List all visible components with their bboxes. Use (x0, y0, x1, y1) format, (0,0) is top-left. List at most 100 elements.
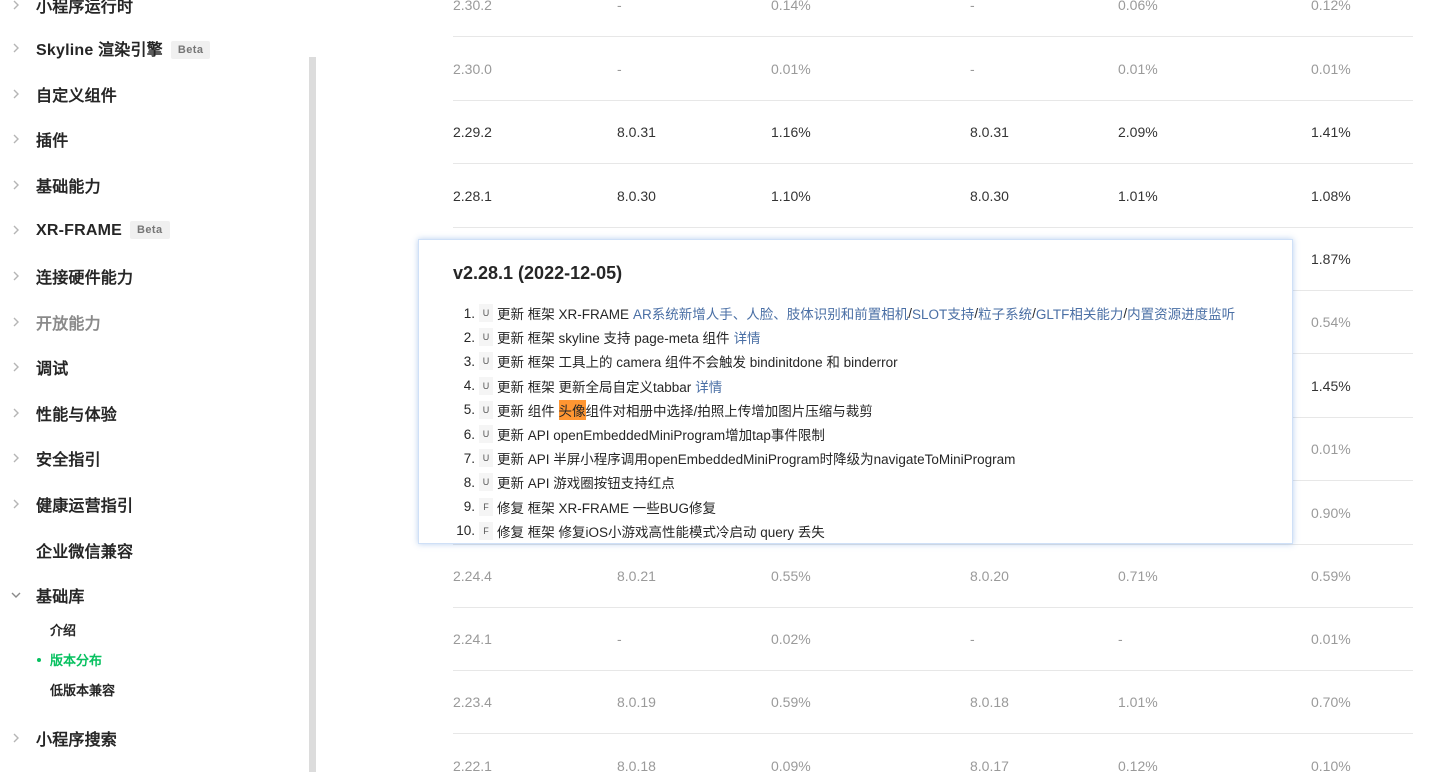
sidebar-item-plugin[interactable]: 插件 (0, 124, 300, 154)
chevron-right-icon (9, 406, 23, 420)
table-row: 2.28.1 8.0.30 1.10% 8.0.30 1.01% 1.08% (453, 164, 1413, 228)
sidebar-item-health-ops[interactable]: 健康运营指引 (0, 489, 300, 519)
table-cell: 8.0.30 (970, 188, 1009, 204)
details-link[interactable]: 详情 (734, 327, 761, 347)
item-text: 组件对相册中选择/拍照上传增加图片压缩与裁剪 (585, 403, 873, 419)
list-item: 5. U 更新 组件 头像 组件对相册中选择/拍照上传增加图片压缩与裁剪 (439, 398, 1235, 422)
table-cell: 0.90% (1311, 505, 1351, 521)
table-cell: 1.16% (771, 124, 811, 140)
sidebar-item-label: 小程序运行时 (36, 0, 134, 16)
item-text: 更新 框架 XR-FRAME (497, 307, 630, 323)
changelog-link[interactable]: GLTF相关能力 (1036, 303, 1124, 323)
table-cell: - (617, 631, 622, 647)
version-changelog-popup: v2.28.1 (2022-12-05) 1. U 更新 框架 XR-FRAME… (418, 239, 1293, 544)
list-item: 2. U 更新 框架 skyline 支持 page-meta 组件 详情 (439, 325, 1235, 349)
sidebar-item-runtime[interactable]: 小程序运行时 (0, 0, 300, 20)
sidebar-item-open-capability[interactable]: 开放能力 (0, 307, 300, 337)
table-cell: 0.12% (1311, 0, 1351, 13)
table-cell: 8.0.30 (617, 188, 656, 204)
item-number: 7. (463, 450, 475, 466)
table-cell: - (970, 631, 975, 647)
table-cell: 0.14% (771, 0, 811, 13)
table-cell: 0.01% (1118, 61, 1158, 77)
sidebar: 小程序运行时 Skyline 渲染引擎 Beta 自定义组件 插件 基础能力 XR… (0, 0, 312, 772)
sidebar-item-label: XR-FRAME (36, 221, 123, 239)
item-text: 更新 API 半屏小程序调用openEmbeddedMiniProgram时降级… (497, 452, 1016, 468)
sidebar-item-security[interactable]: 安全指引 (0, 443, 300, 473)
table-cell: 8.0.21 (617, 568, 656, 584)
search-highlight: 头像 (558, 399, 586, 420)
item-text: 更新 API 游戏圈按钮支持红点 (497, 476, 675, 492)
table-cell: 8.0.17 (970, 758, 1009, 772)
beta-badge: Beta (130, 220, 170, 239)
table-cell: - (970, 61, 975, 77)
changelog-link[interactable]: AR系统新增人手、人脸、肢体识别和前置相机 (633, 303, 908, 323)
table-cell: - (617, 61, 622, 77)
sidebar-item-debug[interactable]: 调试 (0, 352, 300, 382)
table-cell: 2.24.1 (453, 631, 492, 647)
sidebar-item-performance[interactable]: 性能与体验 (0, 398, 300, 428)
item-number: 3. (463, 353, 475, 369)
update-tag: U (479, 425, 493, 444)
table-cell: 2.30.0 (453, 61, 492, 77)
item-text: 更新 框架 skyline 支持 page-meta 组件 (497, 331, 730, 347)
chevron-right-icon (9, 223, 23, 237)
sidebar-item-xr-frame[interactable]: XR-FRAME Beta (0, 215, 300, 245)
sidebar-item-search[interactable]: 小程序搜索 (0, 723, 300, 753)
item-number: 6. (463, 426, 475, 442)
sidebar-item-base-library[interactable]: 基础库 (0, 580, 300, 610)
table-cell: 0.59% (771, 694, 811, 710)
item-text: 更新 API openEmbeddedMiniProgram增加tap事件限制 (497, 428, 825, 444)
changelog-link[interactable]: 粒子系统 (978, 303, 1032, 323)
table-cell: 2.29.2 (453, 124, 492, 140)
table-cell: 2.30.2 (453, 0, 492, 13)
item-number: 1. (463, 305, 475, 321)
sidebar-item-basic-capability[interactable]: 基础能力 (0, 170, 300, 200)
sidebar-item-label: 插件 (36, 133, 69, 150)
table-cell: 0.06% (1118, 0, 1158, 13)
table-row: 2.29.2 8.0.31 1.16% 8.0.31 2.09% 1.41% (453, 100, 1413, 164)
changelog-link[interactable]: 内置资源进度监听 (1127, 303, 1235, 323)
sidebar-item-label: Skyline 渲染引擎 (36, 42, 163, 59)
list-item: 7. U 更新 API 半屏小程序调用openEmbeddedMiniProgr… (439, 446, 1235, 470)
chevron-right-icon (9, 269, 23, 283)
chevron-right-icon (9, 0, 23, 12)
sidebar-item-hardware[interactable]: 连接硬件能力 (0, 261, 300, 291)
details-link[interactable]: 详情 (695, 376, 722, 396)
sidebar-item-custom-component[interactable]: 自定义组件 (0, 79, 300, 109)
table-cell: 8.0.31 (617, 124, 656, 140)
list-item: 8. U 更新 API 游戏圈按钮支持红点 (439, 470, 1235, 494)
table-row: 2.22.1 8.0.18 0.09% 8.0.17 0.12% 0.10% (453, 734, 1413, 772)
table-cell: 0.01% (1311, 61, 1351, 77)
table-cell: 1.10% (771, 188, 811, 204)
item-number: 5. (463, 402, 475, 418)
chevron-right-icon (9, 178, 23, 192)
table-cell: 0.54% (1311, 314, 1351, 330)
table-cell: 2.23.4 (453, 694, 492, 710)
chevron-right-icon (9, 87, 23, 101)
sidebar-item-label: 基础能力 (36, 179, 101, 196)
table-cell: 8.0.18 (970, 694, 1009, 710)
table-cell: 1.01% (1118, 188, 1158, 204)
sidebar-subitem-intro[interactable]: 介绍 (50, 620, 76, 640)
list-item: 10. F 修复 框架 修复iOS小游戏高性能模式冷启动 query 丢失 (439, 519, 1235, 543)
chevron-right-icon (9, 497, 23, 511)
list-item: 3. U 更新 框架 工具上的 camera 组件不会触发 bindinitdo… (439, 349, 1235, 373)
table-cell: 1.01% (1118, 694, 1158, 710)
table-cell: 1.45% (1311, 378, 1351, 394)
item-number: 9. (463, 499, 475, 515)
table-cell: 0.70% (1311, 694, 1351, 710)
table-cell: 1.41% (1311, 124, 1351, 140)
changelog-link[interactable]: SLOT支持 (912, 303, 974, 323)
list-item: 1. U 更新 框架 XR-FRAME AR系统新增人手、人脸、肢体识别和前置相… (439, 301, 1235, 325)
sidebar-item-label: 小程序搜索 (36, 732, 118, 749)
update-tag: U (479, 473, 493, 492)
sidebar-item-label: 调试 (36, 361, 69, 378)
sidebar-item-skyline[interactable]: Skyline 渲染引擎 Beta (0, 33, 300, 63)
sidebar-scrollbar[interactable] (309, 57, 316, 772)
item-number: 10. (456, 523, 475, 539)
sidebar-item-wecom[interactable]: 企业微信兼容 (0, 535, 300, 565)
sidebar-subitem-version-distribution[interactable]: 版本分布 (50, 650, 102, 670)
table-cell: 0.59% (1311, 568, 1351, 584)
sidebar-subitem-low-version-compat[interactable]: 低版本兼容 (50, 680, 115, 700)
